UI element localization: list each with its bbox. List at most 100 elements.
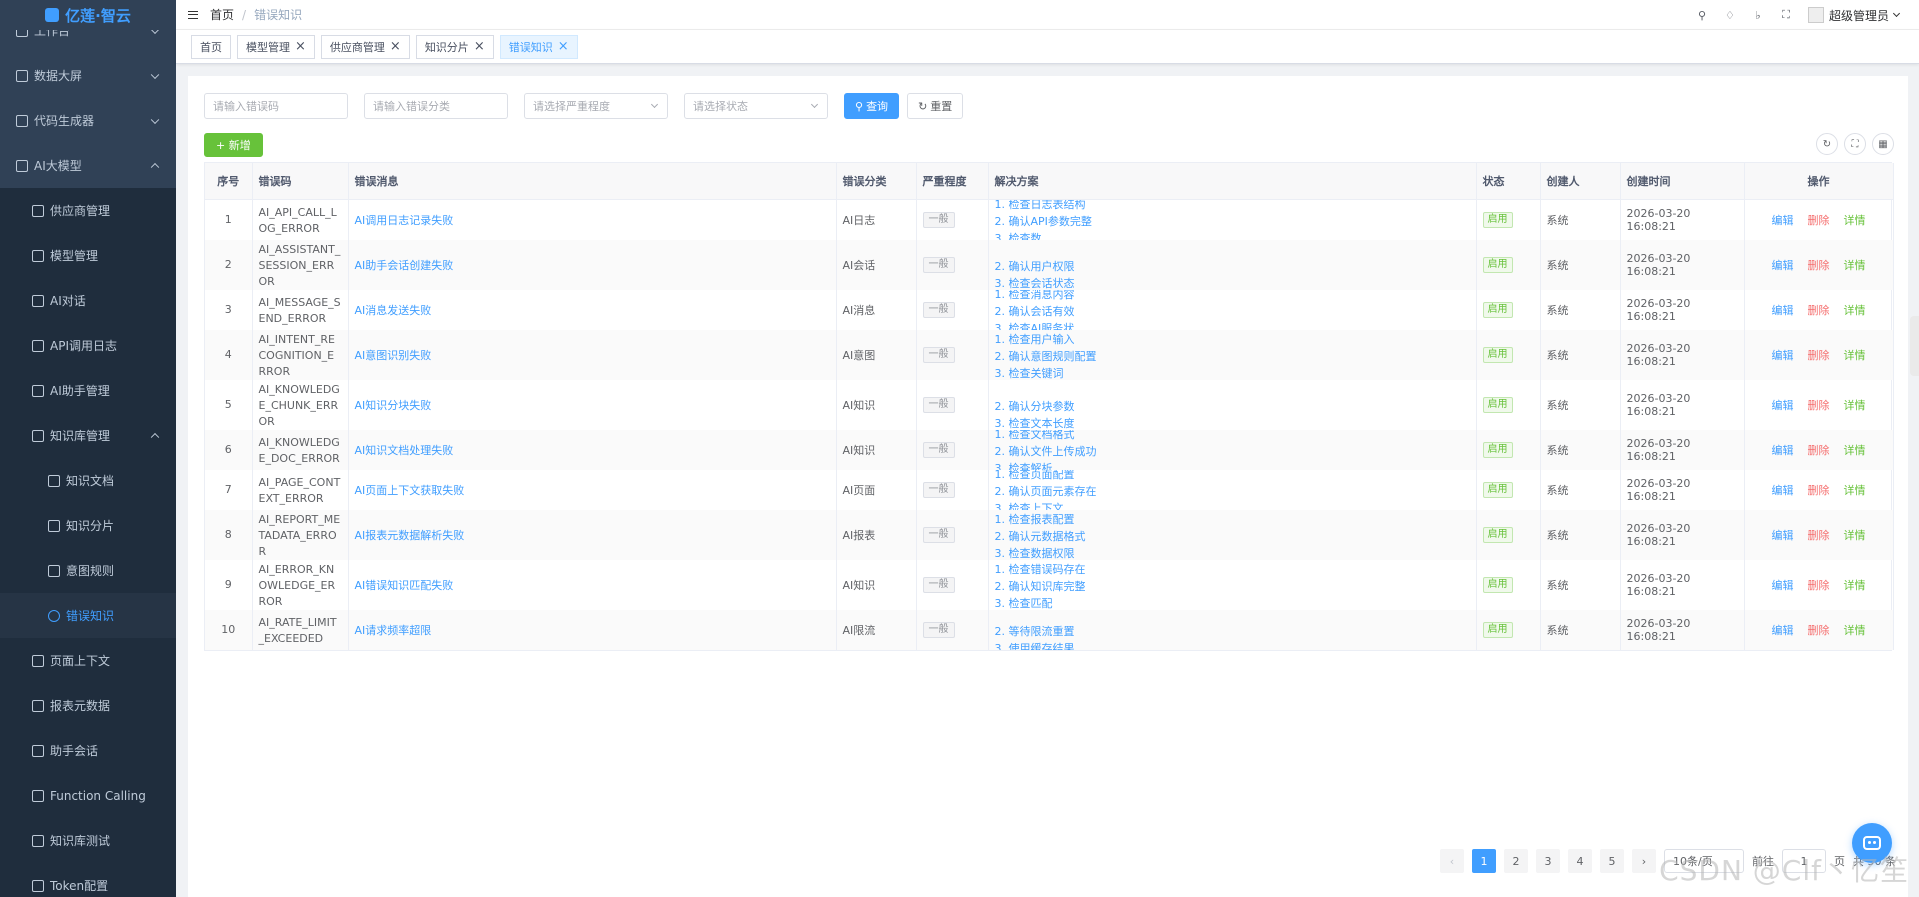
- tab-1[interactable]: 模型管理 ×: [237, 34, 315, 59]
- error-category-input[interactable]: 请输入错误分类: [364, 93, 508, 119]
- close-icon[interactable]: ×: [474, 40, 485, 53]
- detail-button[interactable]: 详情: [1844, 397, 1866, 413]
- tab-0[interactable]: 首页: [191, 34, 231, 59]
- delete-button[interactable]: 删除: [1808, 212, 1830, 228]
- error-message-cell[interactable]: AI页面上下文获取失败: [348, 469, 837, 510]
- delete-button[interactable]: 删除: [1808, 482, 1830, 498]
- detail-button[interactable]: 详情: [1844, 442, 1866, 458]
- bell-icon[interactable]: ♭: [1752, 9, 1764, 22]
- severity-tag: 一般: [922, 481, 955, 498]
- close-icon[interactable]: ×: [295, 40, 306, 53]
- delete-button[interactable]: 删除: [1808, 397, 1830, 413]
- search-button[interactable]: ⚲ 查询: [844, 93, 900, 119]
- error-message-cell[interactable]: AI请求频率超限: [348, 609, 837, 650]
- page-button[interactable]: 5: [1600, 849, 1624, 873]
- sidebar-item[interactable]: API调用日志: [0, 323, 176, 368]
- detail-button[interactable]: 详情: [1844, 577, 1866, 593]
- error-message-cell[interactable]: AI调用日志记录失败: [348, 199, 837, 240]
- delete-button[interactable]: 删除: [1808, 622, 1830, 638]
- error-code-cell: AI_INTENT_RECOGNITION_ERROR: [252, 329, 349, 380]
- detail-button[interactable]: 详情: [1844, 622, 1866, 638]
- user-menu[interactable]: 超级管理员: [1807, 7, 1901, 24]
- edit-button[interactable]: 编辑: [1772, 482, 1794, 498]
- error-code-input[interactable]: 请输入错误码: [204, 93, 348, 119]
- error-message-cell[interactable]: AI报表元数据解析失败: [348, 509, 837, 560]
- close-icon[interactable]: ×: [558, 40, 569, 53]
- detail-button[interactable]: 详情: [1844, 257, 1866, 273]
- delete-button[interactable]: 删除: [1808, 442, 1830, 458]
- sidebar-item[interactable]: 供应商管理: [0, 188, 176, 233]
- sidebar-item[interactable]: 知识库测试: [0, 818, 176, 863]
- fullscreen-icon[interactable]: ⛶: [1844, 133, 1866, 155]
- reset-button[interactable]: ↻ 重置: [907, 93, 964, 119]
- sidebar-item[interactable]: Function Calling: [0, 773, 176, 818]
- theme-icon[interactable]: ♢: [1724, 9, 1736, 22]
- error-message-cell[interactable]: AI消息发送失败: [348, 289, 837, 330]
- delete-button[interactable]: 删除: [1808, 302, 1830, 318]
- error-message-cell[interactable]: AI意图识别失败: [348, 329, 837, 380]
- edit-button[interactable]: 编辑: [1772, 212, 1794, 228]
- edit-button[interactable]: 编辑: [1772, 347, 1794, 363]
- row-index: 4: [205, 329, 253, 380]
- page-button[interactable]: 3: [1536, 849, 1560, 873]
- status-select[interactable]: 请选择状态: [684, 93, 828, 119]
- actions-cell: 编辑 删除 详情: [1744, 469, 1894, 510]
- hamburger-icon[interactable]: [188, 10, 198, 19]
- fullscreen-icon[interactable]: ⛶: [1780, 8, 1792, 21]
- page-button[interactable]: 1: [1472, 849, 1496, 873]
- edit-button[interactable]: 编辑: [1772, 397, 1794, 413]
- delete-button[interactable]: 删除: [1808, 347, 1830, 363]
- sidebar-item[interactable]: 助手会话: [0, 728, 176, 773]
- delete-button[interactable]: 删除: [1808, 257, 1830, 273]
- sidebar-item[interactable]: AI助手管理: [0, 368, 176, 413]
- sidebar-item[interactable]: 错误知识: [0, 593, 176, 638]
- sidebar-item[interactable]: 报表元数据: [0, 683, 176, 728]
- sidebar-item[interactable]: AI大模型: [0, 143, 176, 188]
- menu-icon: [32, 699, 44, 712]
- detail-button[interactable]: 详情: [1844, 482, 1866, 498]
- tab-3[interactable]: 知识分片 ×: [415, 34, 494, 59]
- prev-page-button[interactable]: ‹: [1440, 849, 1464, 873]
- close-icon[interactable]: ×: [390, 40, 401, 53]
- sidebar-item[interactable]: 知识分片: [0, 503, 176, 548]
- search-icon[interactable]: ⚲: [1696, 9, 1708, 22]
- edit-button[interactable]: 编辑: [1772, 527, 1794, 543]
- edit-button[interactable]: 编辑: [1772, 577, 1794, 593]
- edit-button[interactable]: 编辑: [1772, 257, 1794, 273]
- tab-4[interactable]: 错误知识 ×: [499, 34, 578, 59]
- sidebar-item[interactable]: Token配置: [0, 863, 176, 897]
- edit-button[interactable]: 编辑: [1772, 622, 1794, 638]
- detail-button[interactable]: 详情: [1844, 347, 1866, 363]
- edit-button[interactable]: 编辑: [1772, 302, 1794, 318]
- detail-button[interactable]: 详情: [1844, 527, 1866, 543]
- error-message-cell[interactable]: AI知识分块失败: [348, 379, 837, 430]
- side-widget[interactable]: [1910, 316, 1919, 376]
- sidebar-item[interactable]: 知识库管理: [0, 413, 176, 458]
- sidebar-item[interactable]: 数据大屏: [0, 53, 176, 98]
- tab-2[interactable]: 供应商管理 ×: [320, 34, 410, 59]
- sidebar-item[interactable]: AI对话: [0, 278, 176, 323]
- sidebar-item[interactable]: 意图规则: [0, 548, 176, 593]
- detail-button[interactable]: 详情: [1844, 212, 1866, 228]
- error-message-cell[interactable]: AI助手会话创建失败: [348, 239, 837, 290]
- error-message-cell[interactable]: AI知识文档处理失败: [348, 429, 837, 470]
- app-logo[interactable]: 亿莲·智云: [0, 0, 176, 30]
- refresh-icon[interactable]: ↻: [1816, 133, 1838, 155]
- breadcrumb-home[interactable]: 首页: [210, 6, 234, 23]
- sidebar-item[interactable]: 代码生成器: [0, 98, 176, 143]
- page-button[interactable]: 2: [1504, 849, 1528, 873]
- edit-button[interactable]: 编辑: [1772, 442, 1794, 458]
- sidebar-item[interactable]: 知识文档: [0, 458, 176, 503]
- next-page-button[interactable]: ›: [1632, 849, 1656, 873]
- add-button[interactable]: + 新增: [204, 133, 263, 157]
- solution-line: 2. 等待限流重置: [994, 624, 1075, 638]
- sidebar-item[interactable]: 页面上下文: [0, 638, 176, 683]
- detail-button[interactable]: 详情: [1844, 302, 1866, 318]
- severity-select[interactable]: 请选择严重程度: [524, 93, 668, 119]
- delete-button[interactable]: 删除: [1808, 577, 1830, 593]
- page-button[interactable]: 4: [1568, 849, 1592, 873]
- error-message-cell[interactable]: AI错误知识匹配失败: [348, 559, 837, 610]
- sidebar-item[interactable]: 模型管理: [0, 233, 176, 278]
- columns-icon[interactable]: ▦: [1872, 133, 1894, 155]
- delete-button[interactable]: 删除: [1808, 527, 1830, 543]
